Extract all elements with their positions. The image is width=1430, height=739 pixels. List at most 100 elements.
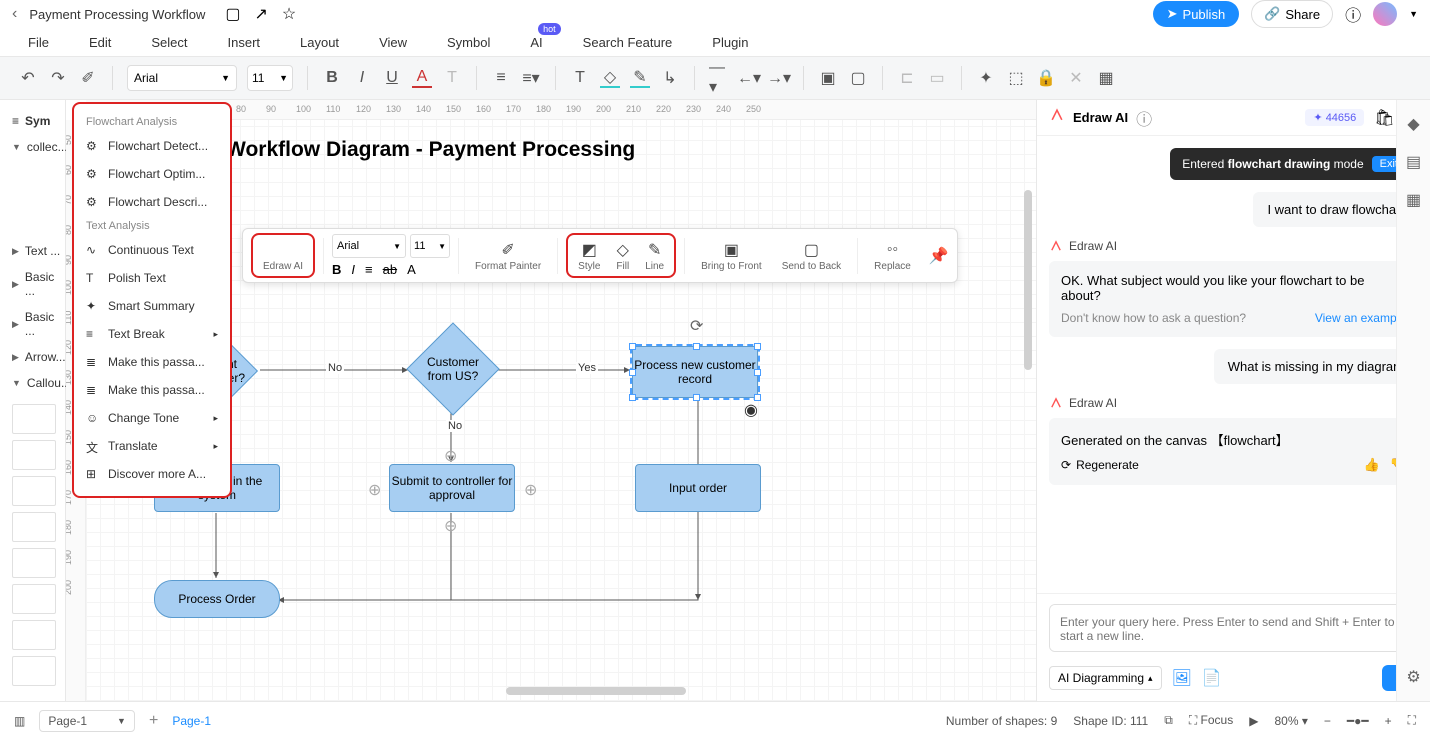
effects-icon[interactable]: ✦ xyxy=(976,68,996,88)
menu-ai[interactable]: AIhot xyxy=(530,35,542,50)
connector-icon[interactable]: ↳ xyxy=(660,68,680,88)
process-input-order[interactable]: Input order xyxy=(635,464,761,512)
focus-toggle[interactable]: ⛶ Focus xyxy=(1189,713,1233,728)
vertical-scrollbar[interactable] xyxy=(1024,190,1032,370)
arrow-start-icon[interactable]: ←▾ xyxy=(739,68,759,88)
style-button[interactable]: ◩Style xyxy=(570,237,608,274)
pin-icon[interactable]: 📌 xyxy=(929,246,949,266)
page-selector[interactable]: Page-1▼ xyxy=(39,710,135,732)
fill-tool-icon[interactable]: ◆ xyxy=(1407,114,1419,134)
ai-query-input[interactable] xyxy=(1049,604,1418,652)
font-size-select[interactable]: 11▼ xyxy=(247,65,293,91)
pages-icon[interactable]: ▥ xyxy=(14,714,25,728)
bring-front-icon[interactable]: ▣ xyxy=(818,68,838,88)
menu-item[interactable]: ⚙Flowchart Optim... xyxy=(80,160,224,188)
sidebar-row[interactable]: ▶Basic ... xyxy=(12,264,65,304)
sidebar-row[interactable]: ▶Text ... xyxy=(12,238,65,264)
shape-thumb[interactable] xyxy=(12,548,56,578)
menu-symbol[interactable]: Symbol xyxy=(447,35,490,50)
add-page-button[interactable]: + xyxy=(149,712,158,730)
info-icon[interactable]: ⓘ xyxy=(1136,106,1152,130)
view-example-link[interactable]: View an example xyxy=(1315,311,1406,325)
send-back-button[interactable]: ▢Send to Back xyxy=(774,237,849,274)
lock-icon[interactable]: 🔒 xyxy=(1036,68,1056,88)
menu-item[interactable]: ∿Continuous Text xyxy=(80,236,224,264)
symbols-header[interactable]: ≡Sym xyxy=(12,108,65,134)
format-painter-icon[interactable]: ✐ xyxy=(78,68,98,88)
menu-item[interactable]: 文Translate▸ xyxy=(80,432,224,460)
menu-item[interactable]: ⚙Flowchart Descri... xyxy=(80,188,224,216)
terminal-process-order[interactable]: Process Order xyxy=(154,580,280,618)
menu-layout[interactable]: Layout xyxy=(300,35,339,50)
shape-thumb[interactable] xyxy=(12,584,56,614)
export-icon[interactable]: ↗ xyxy=(255,4,268,24)
menu-item[interactable]: ≣Make this passa... xyxy=(80,348,224,376)
font-select[interactable]: Arial▼ xyxy=(127,65,237,91)
publish-button[interactable]: ➤Publish xyxy=(1153,1,1240,27)
back-icon[interactable]: ‹ xyxy=(12,5,17,23)
redo-icon[interactable]: ↷ xyxy=(48,68,68,88)
edraw-ai-button[interactable]: Edraw AI xyxy=(255,237,311,274)
menu-item[interactable]: ✦Smart Summary xyxy=(80,292,224,320)
shape-thumb[interactable] xyxy=(12,620,56,650)
chevron-down-icon[interactable]: ▼ xyxy=(1409,9,1418,19)
undo-icon[interactable]: ↶ xyxy=(18,68,38,88)
align-icon[interactable]: ≡ xyxy=(491,68,511,88)
zoom-slider[interactable]: ━●━ xyxy=(1347,714,1369,728)
menu-item[interactable]: ⚙Flowchart Detect... xyxy=(80,132,224,160)
menu-file[interactable]: File xyxy=(28,35,49,50)
shape-thumb[interactable] xyxy=(12,440,56,470)
add-anchor-icon[interactable]: ⊕ xyxy=(368,480,381,500)
menu-item[interactable]: ☺Change Tone▸ xyxy=(80,404,224,432)
arrow-end-icon[interactable]: →▾ xyxy=(769,68,789,88)
menu-plugin[interactable]: Plugin xyxy=(712,35,748,50)
horizontal-scrollbar[interactable] xyxy=(506,687,686,695)
cart-icon[interactable]: 🛍 xyxy=(1374,108,1394,128)
highlight-icon[interactable]: T xyxy=(442,68,462,88)
crop-icon[interactable]: ⬚ xyxy=(1006,68,1026,88)
zoom-out-button[interactable]: − xyxy=(1324,714,1331,728)
menu-view[interactable]: View xyxy=(379,35,407,50)
layers-icon[interactable]: ▤ xyxy=(1406,152,1421,172)
text-tool-icon[interactable]: T xyxy=(570,68,590,88)
grid-icon[interactable]: ▦ xyxy=(1406,190,1421,210)
process-submit-controller[interactable]: Submit to controller for approval xyxy=(389,464,515,512)
regenerate-button[interactable]: ⟳Regenerate xyxy=(1061,458,1139,472)
sidebar-row[interactable]: ▼Callou... xyxy=(12,370,65,396)
menu-select[interactable]: Select xyxy=(151,35,187,50)
share-button[interactable]: 🔗Share xyxy=(1251,0,1333,28)
shape-thumb[interactable] xyxy=(12,476,56,506)
avatar[interactable] xyxy=(1373,2,1397,26)
shape-thumb[interactable] xyxy=(12,656,56,686)
menu-insert[interactable]: Insert xyxy=(228,35,261,50)
align-left-icon[interactable]: ⊏ xyxy=(897,68,917,88)
distribute-icon[interactable]: ▭ xyxy=(927,68,947,88)
underline-icon[interactable]: U xyxy=(382,68,402,88)
table-icon[interactable]: ▦ xyxy=(1096,68,1116,88)
float-font-select[interactable]: Arial▼ xyxy=(332,234,406,258)
fullscreen-icon[interactable]: ⛶ xyxy=(1408,713,1416,728)
process-new-customer-record[interactable]: Process new customer record xyxy=(632,346,758,398)
thumbs-up-icon[interactable]: 👍 xyxy=(1364,457,1380,473)
sidebar-row[interactable]: ▶Arrow... xyxy=(12,344,65,370)
save-icon[interactable]: ▢ xyxy=(225,4,240,24)
doc-icon[interactable]: 📄 xyxy=(1202,668,1222,688)
diagram-title[interactable]: Workflow Diagram - Payment Processing xyxy=(226,138,635,162)
settings-icon[interactable]: ⚙ xyxy=(1406,667,1420,687)
line-spacing-icon[interactable]: ≡▾ xyxy=(521,68,541,88)
line-style-icon[interactable]: —▾ xyxy=(709,68,729,88)
bring-front-button[interactable]: ▣Bring to Front xyxy=(693,237,770,274)
attach-icon[interactable]: 🖼 xyxy=(1172,668,1192,688)
italic-icon[interactable]: I xyxy=(351,262,355,277)
add-anchor-icon[interactable]: ⊕ xyxy=(524,480,537,500)
credits-badge[interactable]: ✦ 44656 xyxy=(1305,109,1364,126)
align-icon[interactable]: ≡ xyxy=(365,262,373,277)
sidebar-row[interactable]: ▼collec... xyxy=(12,134,65,160)
menu-search[interactable]: Search Feature xyxy=(583,35,673,50)
sidebar-row[interactable]: ▶Basic ... xyxy=(12,304,65,344)
menu-item[interactable]: TPolish Text xyxy=(80,264,224,292)
bold-icon[interactable]: B xyxy=(322,68,342,88)
shape-thumb[interactable] xyxy=(12,512,56,542)
layers-icon[interactable]: ⧉ xyxy=(1164,713,1173,728)
shape-thumb[interactable] xyxy=(12,404,56,434)
